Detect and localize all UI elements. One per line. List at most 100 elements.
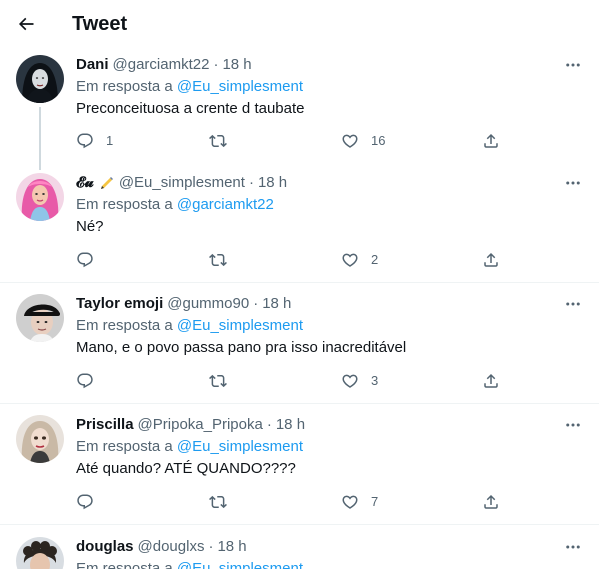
reply-button[interactable]: 1	[76, 131, 113, 151]
reply-bubble-icon	[77, 373, 93, 389]
author-name[interactable]: Dani	[76, 55, 109, 75]
author-name[interactable]: Taylor emoji	[76, 294, 163, 314]
heart-icon	[342, 374, 358, 388]
timestamp[interactable]: 18 h	[258, 173, 287, 193]
avatar[interactable]	[16, 537, 64, 569]
reply-button[interactable]	[76, 371, 106, 391]
timestamp[interactable]: 18 h	[217, 537, 246, 557]
timestamp[interactable]: 18 h	[276, 415, 305, 435]
more-options-button[interactable]	[561, 55, 585, 75]
retweet-icon	[209, 495, 227, 509]
heart-icon	[342, 253, 358, 267]
more-dots-icon	[566, 181, 580, 185]
author-handle[interactable]: @Pripoka_Pripoka	[138, 415, 263, 435]
back-button[interactable]	[10, 8, 42, 40]
tweet-item[interactable]: Dani @garciamkt22 · 18 h Em resposta a @…	[0, 55, 599, 170]
reply-context: Em resposta a @Eu_simplesment	[76, 559, 303, 569]
like-count: 2	[371, 252, 379, 267]
like-count: 16	[371, 133, 386, 148]
more-options-button[interactable]	[561, 294, 585, 314]
reply-mention-link[interactable]: @Eu_simplesment	[177, 317, 303, 334]
more-options-button[interactable]	[561, 173, 585, 193]
like-button[interactable]: 7	[341, 492, 378, 512]
reply-context: Em resposta a @Eu_simplesment	[76, 77, 303, 97]
author-name[interactable]: douglas	[76, 537, 134, 557]
share-button[interactable]	[482, 131, 500, 151]
thread-connector	[39, 107, 41, 170]
reply-button[interactable]	[76, 492, 106, 512]
back-arrow-icon	[18, 17, 34, 31]
heart-icon	[342, 495, 358, 509]
timestamp[interactable]: 18 h	[262, 294, 291, 314]
tweet-text: Até quando? ATÉ QUANDO????	[76, 460, 296, 477]
avatar[interactable]	[16, 173, 64, 221]
avatar-curly-hair-icon	[16, 537, 64, 569]
reply-mention-link[interactable]: @garciamkt22	[177, 196, 274, 213]
reply-count: 1	[106, 133, 114, 148]
heart-icon	[342, 134, 358, 148]
author-name[interactable]: 𝓔𝓾	[76, 173, 94, 193]
reply-mention-link[interactable]: @Eu_simplesment	[177, 78, 303, 95]
tweet-item[interactable]: Taylor emoji @gummo90 · 18 h Em resposta…	[0, 294, 599, 404]
separator-dot: ·	[248, 174, 254, 191]
avatar-pink-hair-icon	[16, 173, 64, 221]
reply-prefix: Em resposta a	[76, 317, 173, 334]
more-dots-icon	[566, 302, 580, 306]
separator-dot: ·	[213, 56, 219, 73]
like-button[interactable]: 3	[341, 371, 378, 391]
more-dots-icon	[566, 423, 580, 427]
author-handle[interactable]: @gummo90	[167, 294, 249, 314]
author-handle[interactable]: @Eu_simplesment	[119, 173, 245, 193]
tweet-text: Mano, e o povo passa pano pra isso inacr…	[76, 339, 407, 356]
top-bar: Tweet	[0, 0, 599, 48]
reply-bubble-icon	[77, 252, 93, 268]
tweet-actions: 2	[76, 250, 506, 270]
avatar[interactable]	[16, 294, 64, 342]
share-icon	[484, 252, 498, 267]
like-button[interactable]: 16	[341, 131, 385, 151]
tweet-text: Né?	[76, 218, 104, 235]
tweet-item[interactable]: 𝓔𝓾 @Eu_simplesment · 18 h Em resposta a …	[0, 173, 599, 283]
avatar-doll-icon	[16, 415, 64, 463]
reply-prefix: Em resposta a	[76, 560, 173, 569]
reply-context: Em resposta a @Eu_simplesment	[76, 316, 303, 336]
tweet-actions: 7	[76, 492, 506, 512]
tweet-text: Preconceituosa a crente d taubate	[76, 100, 305, 117]
like-button[interactable]: 2	[341, 250, 378, 270]
reply-mention-link[interactable]: @Eu_simplesment	[177, 560, 303, 569]
timestamp[interactable]: 18 h	[222, 55, 251, 75]
share-icon	[484, 373, 498, 388]
more-dots-icon	[566, 63, 580, 67]
retweet-icon	[209, 253, 227, 267]
avatar[interactable]	[16, 55, 64, 103]
tweet-item[interactable]: Priscilla @Pripoka_Pripoka · 18 h Em res…	[0, 415, 599, 525]
retweet-button[interactable]	[209, 250, 239, 270]
author-name[interactable]: Priscilla	[76, 415, 134, 435]
author-handle[interactable]: @garciamkt22	[113, 55, 210, 75]
more-options-button[interactable]	[561, 537, 585, 557]
retweet-button[interactable]	[209, 371, 239, 391]
tweet-item[interactable]: douglas @douglxs · 18 h Em resposta a @E…	[0, 537, 599, 569]
reply-prefix: Em resposta a	[76, 196, 173, 213]
separator-dot: ·	[208, 538, 214, 555]
tweet-actions: 1 16	[76, 131, 506, 151]
more-options-button[interactable]	[561, 415, 585, 435]
author-handle[interactable]: @douglxs	[138, 537, 205, 557]
avatar-dark-hair-icon	[16, 55, 64, 103]
reply-context: Em resposta a @garciamkt22	[76, 195, 274, 215]
retweet-button[interactable]	[209, 492, 239, 512]
reply-mention-link[interactable]: @Eu_simplesment	[177, 438, 303, 455]
separator-dot: ·	[253, 295, 259, 312]
reply-prefix: Em resposta a	[76, 438, 173, 455]
share-icon	[484, 494, 498, 509]
share-button[interactable]	[482, 250, 500, 270]
avatar[interactable]	[16, 415, 64, 463]
retweet-button[interactable]	[209, 131, 239, 151]
reply-bubble-icon	[77, 494, 93, 510]
retweet-icon	[209, 134, 227, 148]
share-button[interactable]	[482, 492, 500, 512]
share-icon	[484, 133, 498, 148]
reply-button[interactable]	[76, 250, 106, 270]
reply-bubble-icon	[77, 133, 93, 149]
share-button[interactable]	[482, 371, 500, 391]
